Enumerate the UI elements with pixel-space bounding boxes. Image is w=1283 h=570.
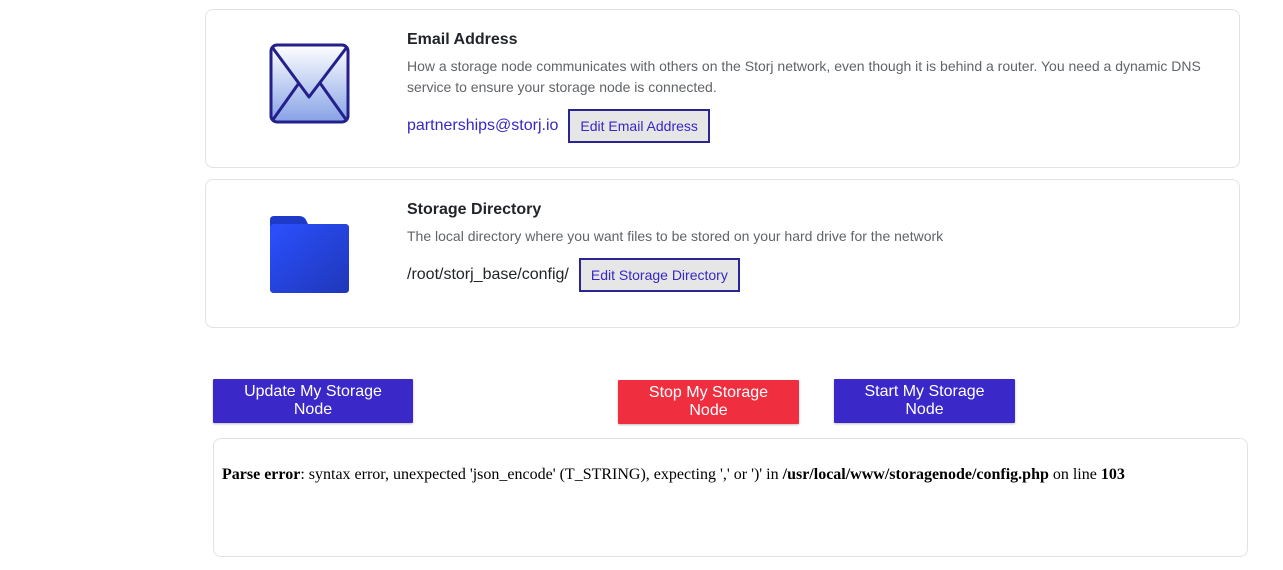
storage-directory-value: /root/storj_base/config/ xyxy=(407,266,569,283)
storage-directory-card: Storage Directory The local directory wh… xyxy=(205,179,1240,328)
error-line-number: 103 xyxy=(1100,466,1125,483)
update-storage-node-button[interactable]: Update My Storage Node xyxy=(213,379,413,423)
parse-error-message: Parse error: syntax error, unexpected 'j… xyxy=(222,466,1125,484)
start-storage-node-button[interactable]: Start My Storage Node xyxy=(834,379,1015,423)
output-panel: Parse error: syntax error, unexpected 'j… xyxy=(213,438,1248,557)
envelope-icon xyxy=(269,43,351,130)
stop-storage-node-button[interactable]: Stop My Storage Node xyxy=(618,380,799,424)
email-card-description: How a storage node communicates with oth… xyxy=(407,58,1201,95)
email-address-card: Email Address How a storage node communi… xyxy=(205,9,1240,168)
storage-card-title: Storage Directory xyxy=(407,201,542,218)
edit-storage-directory-button[interactable]: Edit Storage Directory xyxy=(578,258,740,292)
email-value: partnerships@storj.io xyxy=(407,117,559,134)
error-file-path: /usr/local/www/storagenode/config.php xyxy=(782,466,1049,483)
error-text: : syntax error, unexpected 'json_encode'… xyxy=(300,466,783,483)
storage-card-description: The local directory where you want files… xyxy=(407,228,944,244)
error-line-text: on line xyxy=(1048,466,1101,483)
folder-icon xyxy=(269,214,351,299)
error-label: Parse error xyxy=(222,466,301,483)
email-card-title: Email Address xyxy=(407,31,518,48)
edit-email-button[interactable]: Edit Email Address xyxy=(568,109,710,143)
